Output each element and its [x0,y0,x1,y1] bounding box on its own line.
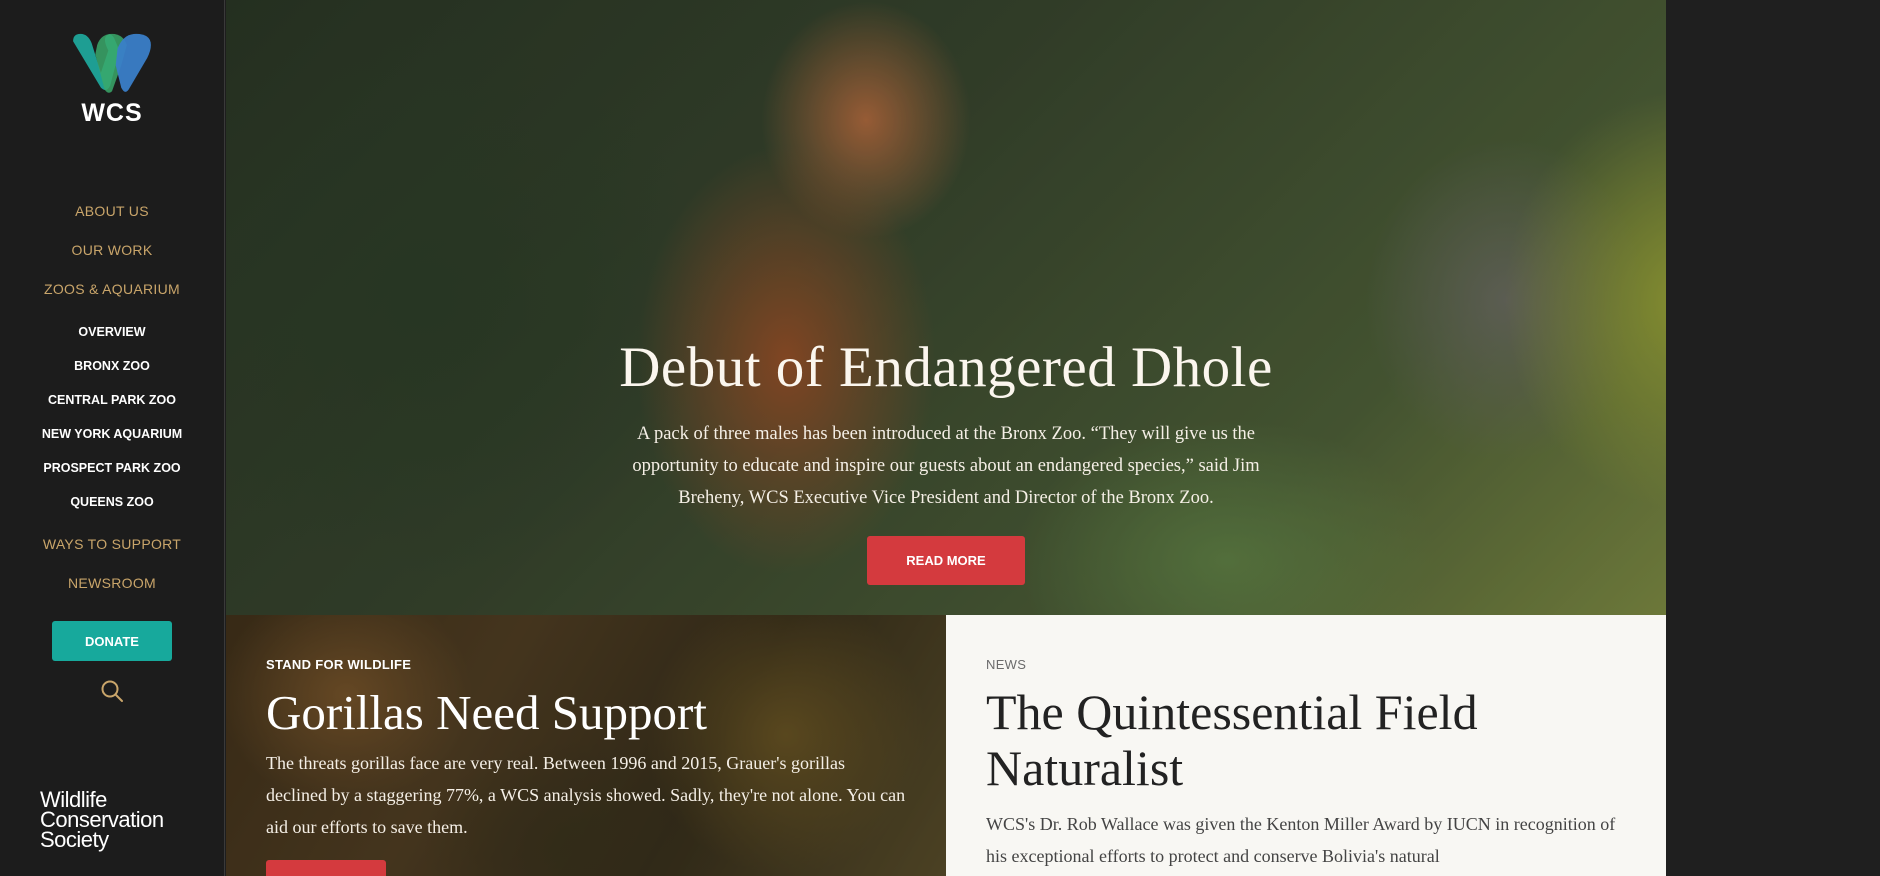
page-background-gutter [1666,0,1880,876]
hero-content: Debut of Endangered Dhole A pack of thre… [226,335,1666,585]
subnav-new-york-aquarium[interactable]: NEW YORK AQUARIUM [42,417,182,451]
read-more-button[interactable]: READ MORE [867,536,1025,585]
subnav-bronx-zoo[interactable]: BRONX ZOO [74,349,150,383]
subnav-prospect-park-zoo[interactable]: PROSPECT PARK ZOO [43,451,180,485]
main-nav: ABOUT US OUR WORK ZOOS & AQUARIUM OVERVI… [42,192,182,603]
gorillas-card: STAND FOR WILDLIFE Gorillas Need Support… [226,615,946,876]
news-text: WCS's Dr. Rob Wallace was given the Kent… [986,814,1616,866]
wcs-logo[interactable]: WCS [66,32,158,128]
logo-text: WCS [81,99,143,127]
news-card: NEWS The Quintessential Field Naturalist… [946,615,1666,876]
wcs-wordmark: Wildlife Conservation Society [40,789,164,852]
zoos-subnav: OVERVIEW BRONX ZOO CENTRAL PARK ZOO NEW … [42,315,182,519]
gorillas-text: The threats gorillas face are very real.… [266,753,906,837]
search-icon[interactable] [100,679,124,708]
subnav-central-park-zoo[interactable]: CENTRAL PARK ZOO [48,383,176,417]
nav-our-work[interactable]: OUR WORK [72,231,153,270]
hero-title: Debut of Endangered Dhole [619,336,1273,399]
sidebar-donate-button[interactable]: DONATE [52,621,172,661]
gorillas-eyebrow: STAND FOR WILDLIFE [266,657,412,672]
sidebar: WCS ABOUT US OUR WORK ZOOS & AQUARIUM OV… [0,0,225,876]
hero-text: A pack of three males has been introduce… [632,424,1260,508]
nav-about-us[interactable]: ABOUT US [75,192,149,231]
nav-newsroom[interactable]: NEWSROOM [68,564,156,603]
news-title[interactable]: The Quintessential Field Naturalist [986,684,1626,796]
news-eyebrow: NEWS [986,657,1027,672]
subnav-overview[interactable]: OVERVIEW [78,315,145,349]
hero-banner: Debut of Endangered Dhole A pack of thre… [226,0,1666,615]
nav-zoos-aquarium[interactable]: ZOOS & AQUARIUM [44,270,180,309]
gorillas-title[interactable]: Gorillas Need Support [266,684,906,741]
subnav-queens-zoo[interactable]: QUEENS ZOO [70,485,153,519]
gorillas-card-content: STAND FOR WILDLIFE Gorillas Need Support… [266,657,906,843]
nav-ways-to-support[interactable]: WAYS TO SUPPORT [43,525,181,564]
wordmark-line-3: Society [40,827,109,852]
wcs-logo-mark-icon [73,33,151,93]
news-card-content: NEWS The Quintessential Field Naturalist… [986,657,1626,872]
gorillas-donate-button[interactable]: DONATE [266,860,386,876]
